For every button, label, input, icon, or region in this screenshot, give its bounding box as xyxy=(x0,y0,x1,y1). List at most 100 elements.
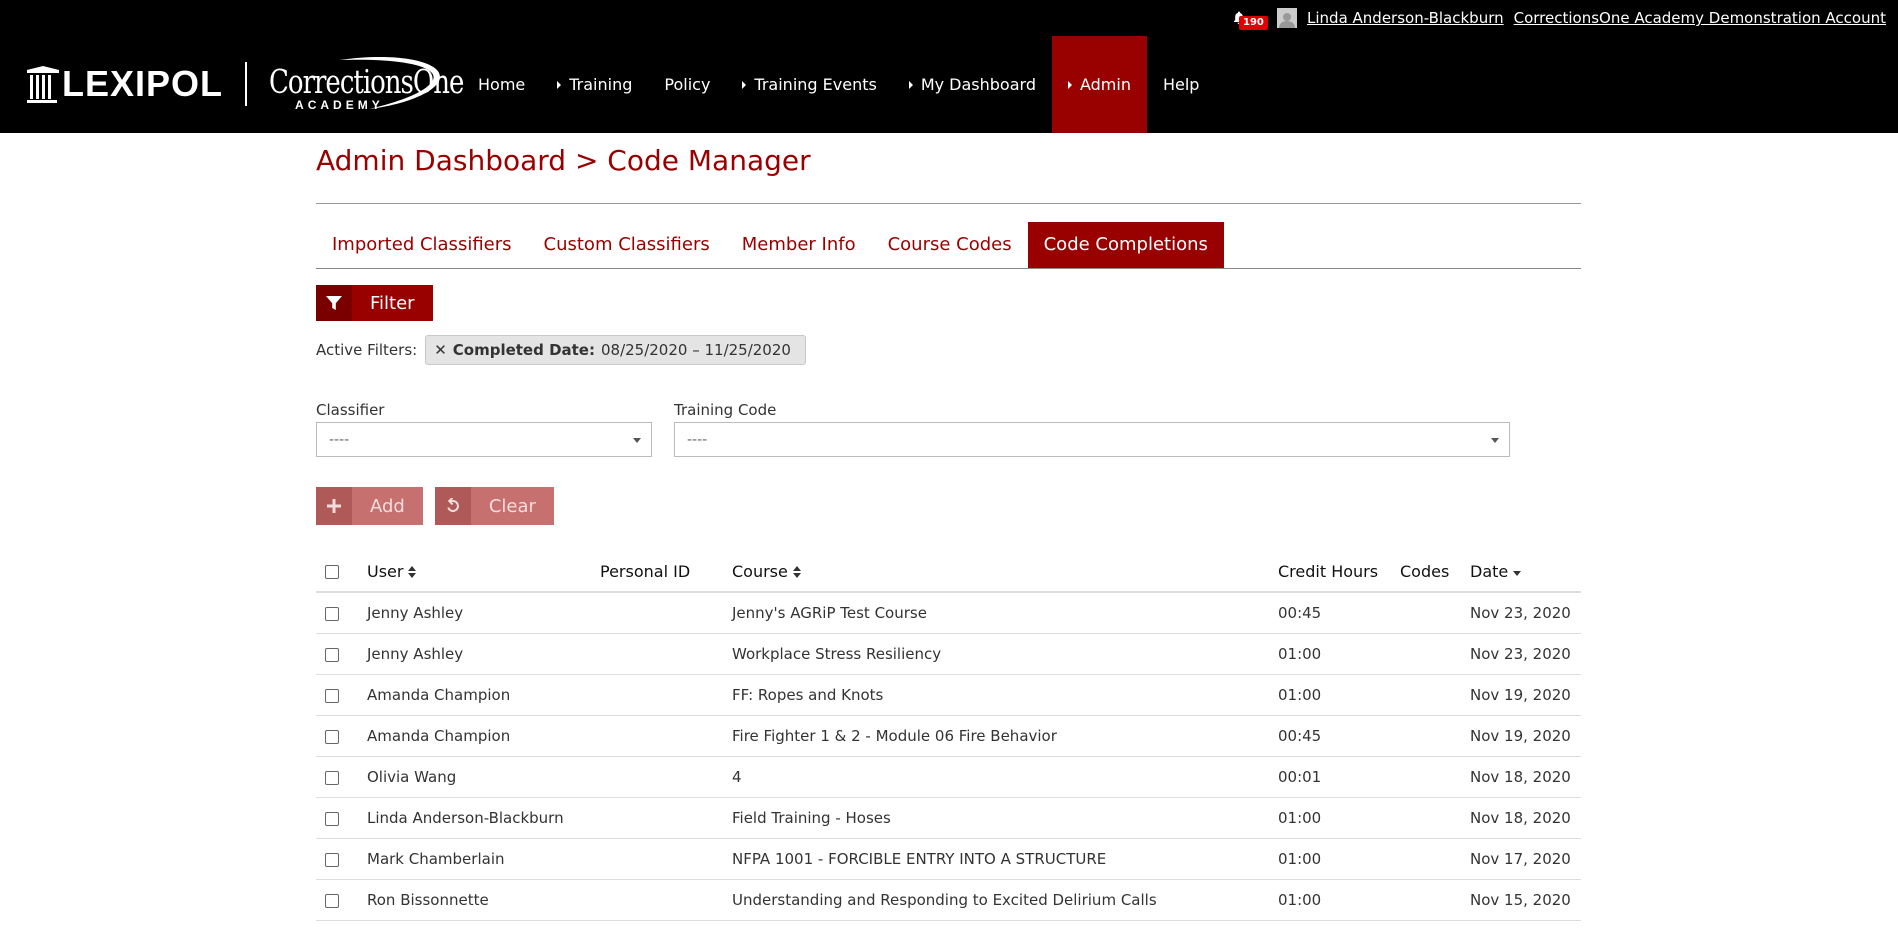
nav-my-dashboard-label: My Dashboard xyxy=(920,75,1036,94)
tab-member-info[interactable]: Member Info xyxy=(726,222,872,268)
cell-date: Nov 19, 2020 xyxy=(1470,674,1581,716)
row-checkbox[interactable] xyxy=(325,893,339,908)
header-date[interactable]: Date xyxy=(1470,551,1581,593)
row-checkbox[interactable] xyxy=(325,852,339,867)
user-avatar-icon xyxy=(1279,13,1296,28)
active-filters-label: Active Filters: xyxy=(316,341,418,359)
user-name-link[interactable]: Linda Anderson-Blackburn xyxy=(1307,9,1504,27)
add-button[interactable]: Add xyxy=(316,487,423,525)
nav-training-events[interactable]: Training Events xyxy=(726,36,892,133)
undo-icon xyxy=(447,498,459,512)
classifier-select[interactable]: ---- xyxy=(316,422,652,457)
tab-imported-classifiers[interactable]: Imported Classifiers xyxy=(316,222,528,268)
completions-table: User Personal ID Course Credit Hours Cod… xyxy=(316,551,1581,921)
row-checkbox[interactable] xyxy=(325,688,339,703)
row-checkbox[interactable] xyxy=(325,811,339,826)
row-checkbox[interactable] xyxy=(325,647,339,662)
cell-codes xyxy=(1400,592,1470,634)
header-personal-id-label: Personal ID xyxy=(600,561,691,581)
chevron-down-icon xyxy=(633,438,641,443)
notifications-button[interactable]: 190 xyxy=(1225,6,1268,30)
lexipol-logo: LEXIPOL xyxy=(26,63,223,105)
cell-codes xyxy=(1400,879,1470,921)
row-checkbox[interactable] xyxy=(325,729,339,744)
cell-date: Nov 19, 2020 xyxy=(1470,715,1581,757)
add-button-label: Add xyxy=(370,495,405,517)
cell-user: Amanda Champion xyxy=(367,715,600,757)
brand-logos[interactable]: LEXIPOL CorrectionsOne ACADEMY xyxy=(26,54,464,114)
cell-personal-id xyxy=(600,674,732,716)
cell-personal-id xyxy=(600,797,732,839)
training-code-select-value: ---- xyxy=(687,431,708,448)
clear-button[interactable]: Clear xyxy=(434,487,554,525)
cell-credit-hours: 01:00 xyxy=(1278,879,1400,921)
row-checkbox[interactable] xyxy=(325,606,339,621)
cell-course: Fire Fighter 1 & 2 - Module 06 Fire Beha… xyxy=(732,715,1278,757)
active-filters: Active Filters: ✕ Completed Date: 08/25/… xyxy=(316,335,1581,365)
header-course[interactable]: Course xyxy=(732,551,1278,593)
nav-home[interactable]: Home xyxy=(462,36,541,133)
caret-right-icon xyxy=(557,80,562,89)
nav-training-label: Training xyxy=(569,75,633,94)
cell-user: Jenny Ashley xyxy=(367,592,600,634)
row-checkbox[interactable] xyxy=(325,770,339,785)
table-row[interactable]: Jenny Ashley Workplace Stress Resiliency… xyxy=(316,633,1581,675)
header-user-label: User xyxy=(367,561,404,581)
nav-policy[interactable]: Policy xyxy=(648,36,726,133)
filter-button-label: Filter xyxy=(370,292,415,314)
cell-course: NFPA 1001 - FORCIBLE ENTRY INTO A STRUCT… xyxy=(732,838,1278,880)
logo-divider xyxy=(245,62,248,106)
remove-filter-icon[interactable]: ✕ xyxy=(434,341,447,359)
table-row[interactable]: Olivia Wang 4 00:01 Nov 18, 2020 xyxy=(316,756,1581,798)
cell-codes xyxy=(1400,674,1470,716)
account-name-link[interactable]: CorrectionsOne Academy Demonstration Acc… xyxy=(1514,9,1886,27)
corrections-one-wordmark: CorrectionsOne xyxy=(269,64,464,102)
table-row[interactable]: Ron Bissonnette Understanding and Respon… xyxy=(316,879,1581,921)
cell-date: Nov 23, 2020 xyxy=(1470,633,1581,675)
table-row[interactable]: Amanda Champion Fire Fighter 1 & 2 - Mod… xyxy=(316,715,1581,757)
header-date-label: Date xyxy=(1470,561,1509,581)
sort-icon xyxy=(792,566,801,578)
row-select-cell xyxy=(316,756,367,798)
nav-admin[interactable]: Admin xyxy=(1051,36,1147,133)
cell-user: Mark Chamberlain xyxy=(367,838,600,880)
cell-user: Ron Bissonnette xyxy=(367,879,600,921)
nav-training[interactable]: Training xyxy=(541,36,648,133)
avatar[interactable] xyxy=(1277,8,1298,28)
table-row[interactable]: Amanda Champion FF: Ropes and Knots 01:0… xyxy=(316,674,1581,716)
top-utility-bar: 190 Linda Anderson-Blackburn Corrections… xyxy=(0,0,1898,36)
code-manager-tabs: Imported Classifiers Custom Classifiers … xyxy=(316,222,1581,269)
cell-date: Nov 15, 2020 xyxy=(1470,879,1581,921)
nav-home-label: Home xyxy=(478,75,526,94)
tab-custom-classifiers[interactable]: Custom Classifiers xyxy=(528,222,726,268)
filter-chip-key: Completed Date: xyxy=(452,341,595,359)
row-select-cell xyxy=(316,715,367,757)
classifier-select-value: ---- xyxy=(329,431,350,448)
cell-course: Field Training - Hoses xyxy=(732,797,1278,839)
add-icon-box xyxy=(316,487,352,525)
table-row[interactable]: Jenny Ashley Jenny's AGRiP Test Course 0… xyxy=(316,592,1581,634)
header-codes-label: Codes xyxy=(1400,561,1450,581)
clear-button-label: Clear xyxy=(488,495,536,517)
cell-credit-hours: 01:00 xyxy=(1278,797,1400,839)
classifier-group: Classifier ---- xyxy=(316,401,652,457)
cell-course: 4 xyxy=(732,756,1278,798)
sort-icon xyxy=(408,566,417,578)
classifier-label: Classifier xyxy=(316,401,385,419)
tab-course-codes[interactable]: Course Codes xyxy=(872,222,1028,268)
header-credit-hours: Credit Hours xyxy=(1278,551,1400,593)
row-select-cell xyxy=(316,797,367,839)
table-row[interactable]: Linda Anderson-Blackburn Field Training … xyxy=(316,797,1581,839)
training-code-select[interactable]: ---- xyxy=(674,422,1510,457)
nav-my-dashboard[interactable]: My Dashboard xyxy=(893,36,1052,133)
cell-personal-id xyxy=(600,715,732,757)
select-all-checkbox[interactable] xyxy=(325,565,339,579)
nav-help[interactable]: Help xyxy=(1147,36,1215,133)
cell-course: Jenny's AGRiP Test Course xyxy=(732,592,1278,634)
cell-credit-hours: 00:45 xyxy=(1278,715,1400,757)
tab-code-completions[interactable]: Code Completions xyxy=(1027,222,1224,268)
nav-training-events-label: Training Events xyxy=(754,75,877,94)
table-row[interactable]: Mark Chamberlain NFPA 1001 - FORCIBLE EN… xyxy=(316,838,1581,880)
filter-button[interactable]: Filter xyxy=(316,285,433,321)
header-user[interactable]: User xyxy=(367,551,600,593)
